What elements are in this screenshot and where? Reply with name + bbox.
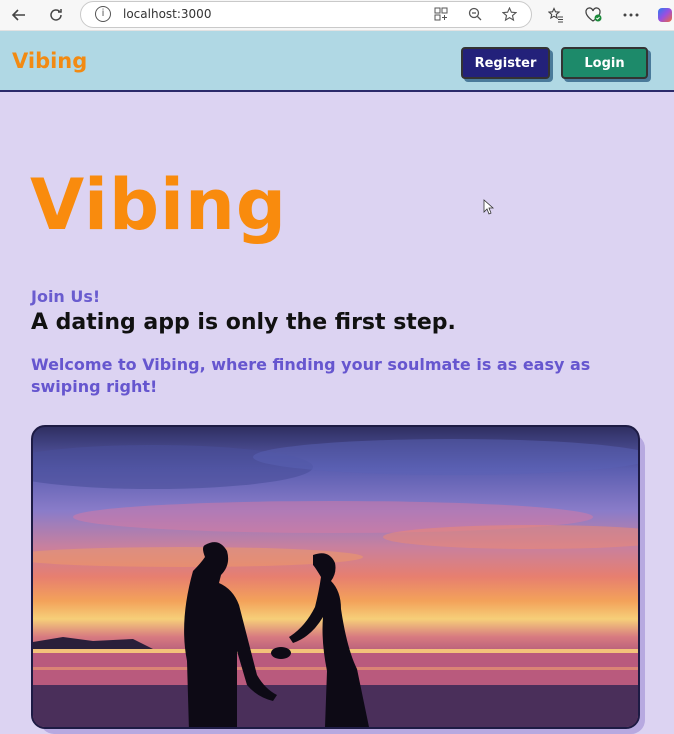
welcome-text: Welcome to Vibing, where finding your so… <box>31 355 591 396</box>
register-button[interactable]: Register <box>461 47 550 79</box>
health-heart-icon[interactable] <box>585 6 603 24</box>
zoom-icon[interactable] <box>467 6 483 22</box>
info-icon[interactable]: i <box>95 6 111 22</box>
address-bar[interactable]: i localhost:3000 <box>80 1 532 28</box>
browser-toolbar: i localhost:3000 <box>0 0 674 31</box>
favorites-list-icon[interactable] <box>547 6 565 24</box>
hero-title: Vibing <box>30 164 287 246</box>
copilot-icon[interactable] <box>656 6 674 24</box>
more-icon[interactable] <box>622 6 640 24</box>
navbar: Vibing Register Login <box>0 31 674 92</box>
url-text: localhost:3000 <box>123 7 212 21</box>
back-icon[interactable] <box>10 6 28 24</box>
favorite-star-icon[interactable] <box>501 6 517 22</box>
hero-image-couple-sunset <box>31 425 640 729</box>
tagline: A dating app is only the first step. <box>31 310 456 335</box>
brand-logo[interactable]: Vibing <box>12 49 87 73</box>
join-us-text: Join Us! <box>31 287 101 306</box>
refresh-icon[interactable] <box>47 6 65 24</box>
mouse-cursor-icon <box>483 199 495 215</box>
login-button[interactable]: Login <box>561 47 648 79</box>
apps-icon[interactable] <box>433 6 449 22</box>
